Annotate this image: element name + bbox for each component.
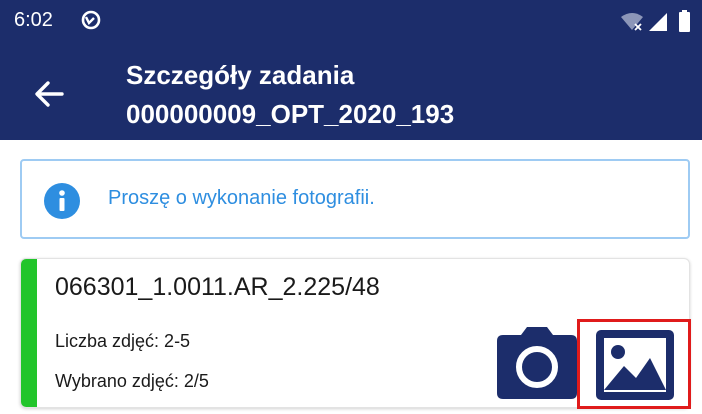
page-title: Szczegóły zadania [126,60,355,90]
battery-icon [679,10,690,32]
signal-icon [649,13,667,31]
task-id: 000000009_OPT_2020_193 [126,99,455,129]
status-accent-bar [21,259,37,407]
photo-task-card: 066301_1.0011.AR_2.225/48 Liczba zdjęć: … [20,258,691,409]
status-bar: 6:02 [0,0,702,44]
gallery-image-icon [596,330,674,400]
card-title: 066301_1.0011.AR_2.225/48 [55,273,380,301]
wifi-icon [621,13,643,31]
info-icon [44,183,80,219]
info-message-box: Proszę o wykonanie fotografii. [20,159,690,239]
app-bar: Szczegóły zadania 000000009_OPT_2020_193 [0,44,702,140]
selected-photos-label: Wybrano zdjęć: 2/5 [55,371,209,391]
sync-icon [81,10,101,30]
camera-icon[interactable] [497,327,577,399]
status-time: 6:02 [14,9,53,31]
arrow-back-icon[interactable] [28,72,72,116]
gallery-button[interactable] [577,319,691,409]
info-message-text: Proszę o wykonanie fotografii. [108,187,375,209]
photo-count-label: Liczba zdjęć: 2-5 [55,331,191,351]
